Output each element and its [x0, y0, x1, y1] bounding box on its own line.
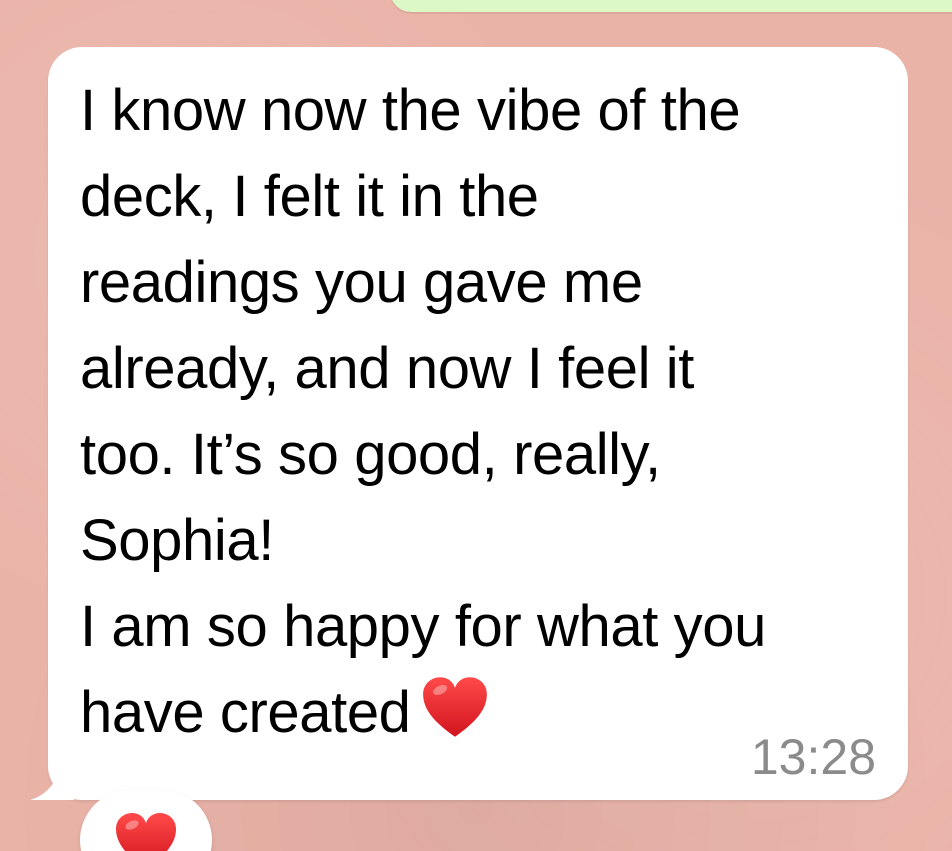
message-line: I am so happy for what you [80, 594, 766, 659]
red-heart-icon [422, 677, 487, 737]
message-line: readings you gave me [80, 250, 643, 315]
outgoing-message-bubble-edge[interactable] [390, 0, 952, 12]
message-timestamp: 13:28 [750, 729, 876, 785]
message-line: I know now the vibe of the [80, 78, 741, 143]
message-line: have created [80, 680, 411, 745]
message-line: Sophia! [80, 508, 274, 573]
bubble-tail [30, 756, 74, 800]
message-line: already, and now I feel it [80, 336, 695, 401]
red-heart-icon [116, 813, 176, 851]
message-text: I know now the vibe of the deck, I felt … [80, 68, 880, 756]
message-line: too. It’s so good, really, [80, 422, 661, 487]
message-line: deck, I felt it in the [80, 164, 539, 229]
